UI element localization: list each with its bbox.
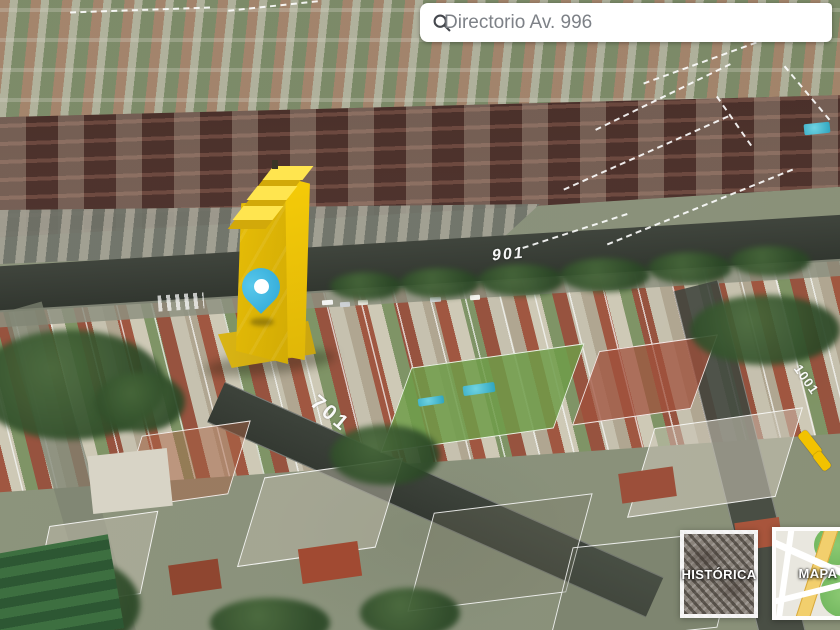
search-bar[interactable] — [420, 3, 832, 42]
pin-shadow — [250, 318, 274, 326]
layer-button-historica[interactable]: HISTÓRICA — [680, 530, 758, 618]
tree-cluster — [690, 295, 840, 365]
street-label-901: 901 — [491, 244, 525, 265]
tree-cluster — [360, 588, 460, 630]
tree-row — [560, 258, 650, 292]
building-antenna — [272, 160, 278, 169]
tree-row — [648, 252, 732, 284]
tree-cluster — [330, 425, 440, 485]
location-pin[interactable] — [235, 268, 287, 330]
crosswalk — [157, 292, 204, 311]
layer-button-label: MAPA — [776, 531, 840, 616]
car — [358, 300, 368, 306]
tree-row — [400, 268, 480, 298]
highlighted-building[interactable] — [214, 160, 318, 372]
tree-row — [478, 264, 564, 296]
pin-center-dot — [254, 279, 269, 294]
car — [340, 302, 350, 308]
building-step-top — [263, 166, 314, 180]
car — [470, 295, 480, 301]
layer-button-label: HISTÓRICA — [684, 534, 754, 614]
car — [322, 300, 333, 306]
map-3d-view[interactable]: 901 701 1001 — [0, 0, 840, 630]
search-input[interactable] — [442, 11, 691, 35]
layer-button-mapa[interactable]: MAPA — [772, 527, 840, 620]
tree-row — [330, 272, 402, 300]
tree-row — [730, 246, 810, 276]
tree-cluster — [95, 372, 185, 432]
white-roof — [87, 448, 173, 514]
